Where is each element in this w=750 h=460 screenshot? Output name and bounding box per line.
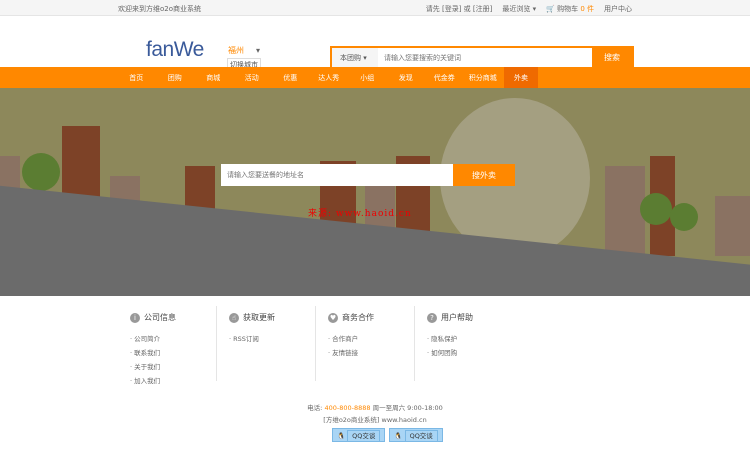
- phone-label: 电话:: [307, 404, 323, 412]
- nav-deals[interactable]: 优惠: [271, 67, 310, 88]
- building: [715, 196, 750, 256]
- current-city: 福州: [228, 46, 244, 55]
- please-text: 请先: [425, 5, 440, 13]
- nav-mall[interactable]: 商城: [194, 67, 233, 88]
- search-takeout-button[interactable]: 搜外卖: [453, 164, 515, 186]
- handshake-icon: ♥: [328, 312, 338, 323]
- nav-talent[interactable]: 达人秀: [310, 67, 349, 88]
- cart-label: 购物车: [557, 5, 579, 13]
- cart-count: 0 件: [580, 5, 594, 13]
- nav-discover[interactable]: 发现: [387, 67, 426, 88]
- recent-dropdown[interactable]: 最近浏览 ▾: [502, 4, 536, 14]
- nav-takeout[interactable]: 外卖: [504, 67, 538, 88]
- chevron-down-icon: ▾: [256, 46, 261, 55]
- footer-column-updates: ☝ 获取更新 RSS订阅: [217, 306, 316, 381]
- address-input[interactable]: [221, 164, 453, 186]
- qq-chat-button[interactable]: 🐧 QQ交谈: [332, 428, 386, 442]
- nav-vouchers[interactable]: 代金券: [425, 67, 464, 88]
- takeout-search: 搜外卖: [221, 164, 515, 186]
- column-title: 商务合作: [342, 313, 374, 322]
- footer-link[interactable]: 合作商户: [328, 333, 414, 343]
- or-text: 或: [463, 5, 471, 13]
- user-center-link[interactable]: 用户中心: [604, 4, 632, 14]
- footer-link[interactable]: 友情链接: [328, 347, 414, 357]
- search-type-dropdown[interactable]: 本团购 ▾: [332, 48, 378, 67]
- contact-info: 电话: 400-800-8888 周一至周六 9:00-18:00 [方维o2o…: [0, 402, 750, 426]
- footer-link[interactable]: 公司简介: [130, 333, 216, 343]
- qq-label: QQ交谈: [347, 430, 381, 442]
- cart-link[interactable]: 🛒 购物车 0 件: [546, 4, 594, 14]
- logo[interactable]: fanWe: [146, 38, 204, 62]
- question-icon: ?: [427, 312, 437, 323]
- footer-link[interactable]: 关于我们: [130, 361, 216, 371]
- column-title: 获取更新: [243, 313, 275, 322]
- hand-pointer-icon: ☝: [229, 312, 239, 323]
- footer-column-help: ? 用户帮助 隐私保护如何团购: [415, 306, 514, 381]
- business-hours: 周一至周六 9:00-18:00: [372, 404, 443, 412]
- site-info: [方维o2o商业系统] www.haoid.cn: [323, 416, 427, 424]
- footer-column-company: i 公司信息 公司简介联系我们关于我们加入我们: [118, 306, 217, 385]
- nav-groups[interactable]: 小组: [348, 67, 387, 88]
- footer-link[interactable]: RSS订阅: [229, 333, 315, 343]
- qq-buttons: 🐧 QQ交谈 🐧 QQ交谈: [332, 428, 443, 442]
- takeout-banner: 搜外卖 来源: www.haoid.cn: [0, 88, 750, 296]
- header: fanWe 福州▾ 切换城市 本团购 ▾ 搜索: [0, 16, 750, 72]
- tree: [670, 203, 698, 231]
- watermark: 来源: www.haoid.cn: [308, 209, 412, 219]
- footer-links: i 公司信息 公司简介联系我们关于我们加入我们 ☝ 获取更新 RSS订阅 ♥ 商务合作…: [118, 306, 514, 385]
- footer-column-business: ♥ 商务合作 合作商户友情链接: [316, 306, 415, 381]
- welcome-text: 欢迎来到方维o2o商业系统: [118, 5, 202, 13]
- tree: [22, 153, 60, 191]
- phone-number: 400-800-8888: [324, 404, 371, 412]
- qq-chat-button[interactable]: 🐧 QQ交谈: [389, 428, 443, 442]
- search-input[interactable]: [378, 48, 592, 67]
- footer-link[interactable]: 隐私保护: [427, 333, 514, 343]
- info-icon: i: [130, 312, 140, 323]
- nav-home[interactable]: 首页: [117, 67, 156, 88]
- column-title: 公司信息: [144, 313, 176, 322]
- city-selector[interactable]: 福州 ▾: [228, 45, 260, 56]
- building: [605, 166, 645, 256]
- qq-label: QQ交谈: [404, 430, 438, 442]
- search-bar: 本团购 ▾ 搜索: [330, 46, 634, 69]
- login-link[interactable]: [登录]: [442, 5, 461, 13]
- search-button[interactable]: 搜索: [592, 48, 632, 67]
- nav-group-buy[interactable]: 团购: [156, 67, 195, 88]
- main-nav: 首页 团购 商城 活动 优惠 达人秀 小组 发现 代金券 积分商城 外卖: [0, 67, 750, 88]
- column-title: 用户帮助: [441, 313, 473, 322]
- top-bar: 欢迎来到方维o2o商业系统 请先 [登录] 或 [注册] 最近浏览 ▾ 🛒 购物…: [0, 0, 750, 16]
- nav-events[interactable]: 活动: [233, 67, 272, 88]
- register-link[interactable]: [注册]: [473, 5, 492, 13]
- cart-icon: 🛒: [546, 5, 555, 13]
- footer-link[interactable]: 加入我们: [130, 375, 216, 385]
- footer-link[interactable]: 联系我们: [130, 347, 216, 357]
- footer-link[interactable]: 如何团购: [427, 347, 514, 357]
- tree: [640, 193, 672, 225]
- nav-points-mall[interactable]: 积分商城: [464, 67, 503, 88]
